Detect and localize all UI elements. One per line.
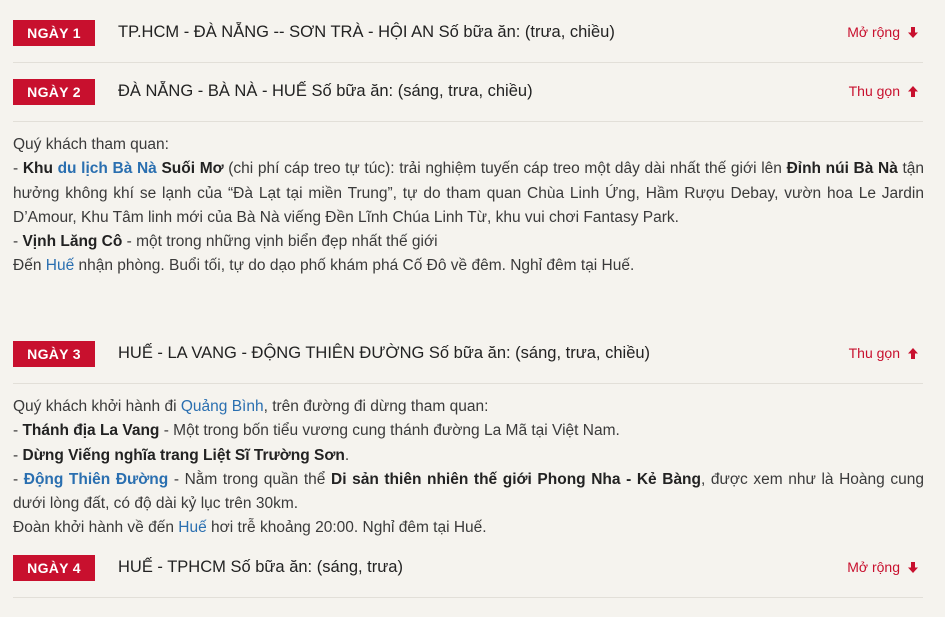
day-badge: NGÀY 4	[13, 555, 95, 581]
thien-duong-link[interactable]: Động Thiên Đường	[24, 471, 168, 488]
hue-link[interactable]: Huế	[178, 519, 206, 536]
day-1-header: NGÀY 1 TP.HCM - ĐÀ NẴNG -- SƠN TRÀ - HỘI…	[0, 20, 945, 82]
day-title: HUẾ - TPHCM Số bữa ăn: (sáng, trưa)	[118, 558, 403, 576]
desc-line: - Động Thiên Đường - Nằm trong quần thể …	[13, 470, 924, 513]
day-title: ĐÀ NẴNG - BÀ NÀ - HUẾ Số bữa ăn: (sáng, …	[118, 82, 533, 100]
day-title: HUẾ - LA VANG - ĐỘNG THIÊN ĐƯỜNG Số bữa …	[118, 344, 651, 362]
desc-line: - Khu du lịch Bà Nà Suối Mơ (chi phí cáp…	[13, 160, 925, 226]
day-2-description: Quý khách tham quan: - Khu du lịch Bà Nà…	[13, 133, 924, 279]
toggle-label: Mở rộng	[847, 24, 900, 40]
day-2-header: NGÀY 2 ĐÀ NẴNG - BÀ NÀ - HUẾ Số bữa ăn: …	[0, 79, 945, 141]
divider	[13, 383, 923, 384]
day-3-description: Quý khách khởi hành đi Quảng Bình, trên …	[13, 395, 924, 541]
divider	[13, 121, 923, 122]
day-badge: NGÀY 2	[13, 79, 95, 105]
day-badge: NGÀY 1	[13, 20, 95, 46]
arrow-down-icon	[907, 26, 919, 39]
collapse-button[interactable]: Thu gọn	[849, 83, 919, 99]
desc-line: - Vịnh Lăng Cô - một trong những vịnh bi…	[13, 233, 438, 251]
divider	[13, 62, 923, 63]
day-3-header: NGÀY 3 HUẾ - LA VANG - ĐỘNG THIÊN ĐƯỜNG …	[0, 341, 945, 403]
ba-na-link[interactable]: du lịch Bà Nà	[58, 160, 157, 177]
expand-button[interactable]: Mở rộng	[847, 24, 919, 40]
arrow-up-icon	[907, 347, 919, 360]
toggle-label: Thu gọn	[848, 345, 900, 361]
toggle-label: Mở rộng	[847, 559, 900, 575]
expand-button[interactable]: Mở rộng	[847, 559, 919, 575]
arrow-up-icon	[907, 85, 919, 98]
desc-line: Quý khách khởi hành đi Quảng Bình, trên …	[13, 398, 489, 415]
desc-line: Đoàn khởi hành về đến Huế hơi trễ khoảng…	[13, 519, 487, 537]
toggle-label: Thu gọn	[848, 83, 900, 99]
day-4-header: NGÀY 4 HUẾ - TPHCM Số bữa ăn: (sáng, trư…	[0, 555, 945, 617]
arrow-down-icon	[907, 561, 919, 574]
day-title: TP.HCM - ĐÀ NẴNG -- SƠN TRÀ - HỘI AN Số …	[118, 23, 615, 41]
desc-line: Đến Huế nhận phòng. Buổi tối, tự do dạo …	[13, 257, 635, 275]
divider	[13, 597, 923, 598]
quang-binh-link[interactable]: Quảng Bình	[181, 398, 264, 415]
hue-link[interactable]: Huế	[46, 257, 74, 274]
desc-line: Quý khách tham quan:	[13, 136, 169, 153]
collapse-button[interactable]: Thu gọn	[849, 345, 919, 361]
desc-line: - Dừng Viếng nghĩa trang Liệt Sĩ Trường …	[13, 446, 350, 464]
day-badge: NGÀY 3	[13, 341, 95, 367]
desc-line: - Thánh địa La Vang - Một trong bốn tiểu…	[13, 422, 620, 440]
